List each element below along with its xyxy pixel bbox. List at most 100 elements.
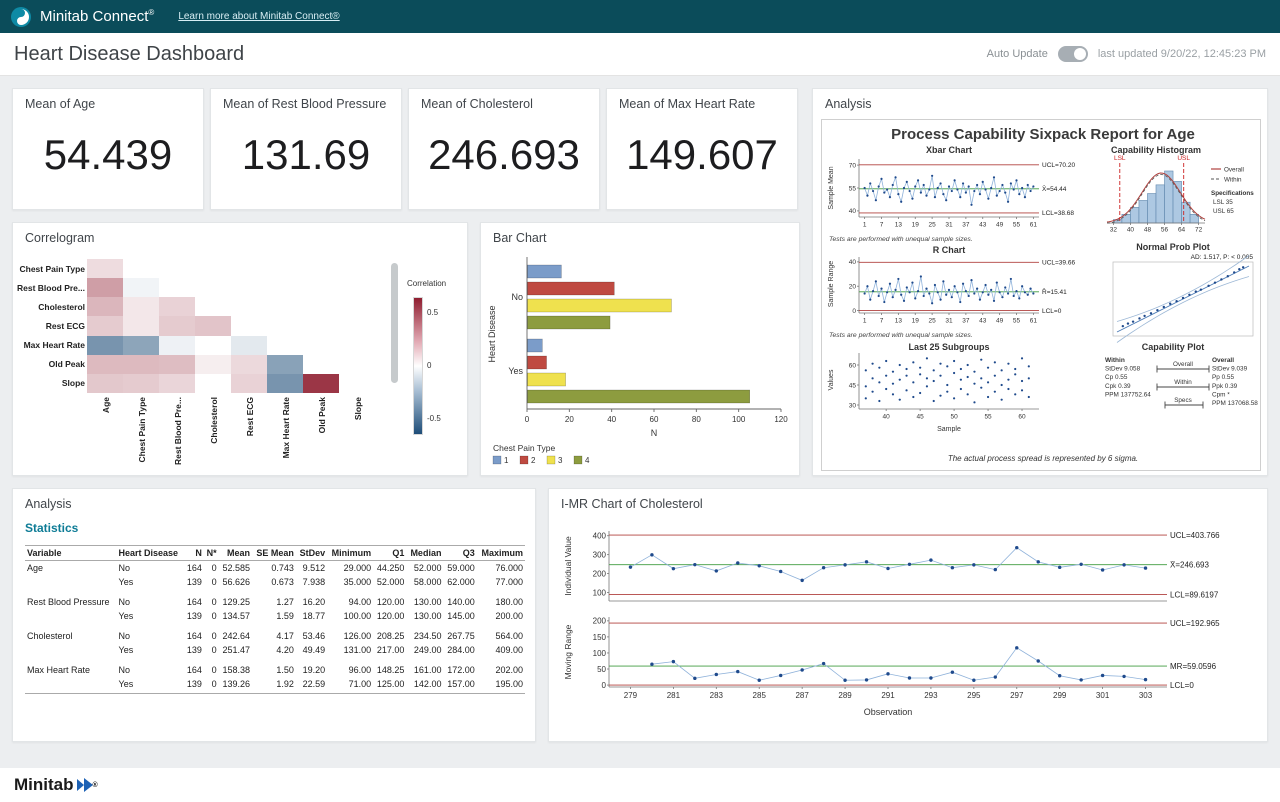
svg-text:37: 37 bbox=[962, 222, 970, 229]
svg-text:64: 64 bbox=[1178, 227, 1186, 234]
svg-text:Process Capability Sixpack Rep: Process Capability Sixpack Report for Ag… bbox=[891, 126, 1195, 143]
svg-text:StDev 9.058: StDev 9.058 bbox=[1105, 366, 1141, 373]
barchart-plot[interactable]: Heart DiseaseNoYes020406080100120NChest … bbox=[481, 249, 801, 475]
svg-text:40: 40 bbox=[607, 415, 616, 424]
svg-text:Pp 0.55: Pp 0.55 bbox=[1212, 374, 1234, 381]
svg-text:303: 303 bbox=[1139, 691, 1153, 700]
analysis-statistics-card: Analysis Statistics VariableHeart Diseas… bbox=[12, 488, 536, 742]
correlogram-cell bbox=[123, 278, 159, 297]
svg-text:40: 40 bbox=[883, 414, 891, 421]
svg-text:70: 70 bbox=[849, 162, 857, 169]
svg-text:291: 291 bbox=[881, 691, 895, 700]
svg-text:100: 100 bbox=[593, 649, 607, 658]
table-row: Rest Blood PressureNo1640129.251.2716.20… bbox=[25, 589, 525, 609]
svg-text:25: 25 bbox=[929, 222, 937, 229]
svg-text:281: 281 bbox=[667, 691, 681, 700]
svg-text:Individual Value: Individual Value bbox=[563, 536, 573, 596]
table-header: StDev bbox=[296, 546, 327, 561]
svg-text:Capability Histogram: Capability Histogram bbox=[1111, 145, 1201, 155]
svg-text:Specifications: Specifications bbox=[1211, 190, 1254, 197]
svg-text:20: 20 bbox=[849, 284, 857, 291]
kpi-label: Mean of Max Heart Rate bbox=[619, 97, 755, 111]
minitab-connect-logo-icon bbox=[10, 6, 32, 28]
brand-text: Minitab Connect bbox=[40, 8, 148, 25]
svg-text:7: 7 bbox=[880, 318, 884, 325]
svg-text:120: 120 bbox=[774, 415, 788, 424]
svg-text:30: 30 bbox=[849, 402, 857, 409]
svg-text:299: 299 bbox=[1053, 691, 1067, 700]
correlogram-cell bbox=[123, 355, 159, 374]
minitab-logo: Minitab ® bbox=[14, 775, 98, 795]
svg-text:Chest Pain Type: Chest Pain Type bbox=[137, 397, 147, 463]
correlogram-cell bbox=[231, 374, 267, 393]
svg-text:289: 289 bbox=[838, 691, 852, 700]
table-header: Maximum bbox=[477, 546, 525, 561]
svg-text:293: 293 bbox=[924, 691, 938, 700]
correlogram-cell bbox=[87, 259, 123, 278]
correlogram-cell bbox=[123, 297, 159, 316]
svg-text:0: 0 bbox=[525, 415, 530, 424]
svg-text:287: 287 bbox=[795, 691, 809, 700]
table-header: SE Mean bbox=[252, 546, 296, 561]
svg-text:100: 100 bbox=[732, 415, 746, 424]
table-row: AgeNo164052.5850.7439.51229.00044.25052.… bbox=[25, 561, 525, 576]
svg-text:X̄=246.693: X̄=246.693 bbox=[1170, 561, 1209, 570]
svg-text:Max Heart Rate: Max Heart Rate bbox=[281, 397, 291, 459]
svg-text:61: 61 bbox=[1030, 222, 1038, 229]
correlogram-y-label: Chest Pain Type bbox=[15, 264, 85, 274]
table-row: Max Heart RateNo1640158.381.5019.2096.00… bbox=[25, 657, 525, 677]
imr-graph[interactable]: Individual Value100200300400UCL=403.766X… bbox=[557, 517, 1261, 735]
svg-text:UCL=403.766: UCL=403.766 bbox=[1170, 531, 1220, 540]
svg-text:Sample: Sample bbox=[937, 426, 961, 433]
svg-text:55: 55 bbox=[1013, 222, 1021, 229]
correlogram-cell bbox=[159, 355, 195, 374]
svg-text:Rest ECG: Rest ECG bbox=[245, 397, 255, 437]
svg-text:45: 45 bbox=[849, 382, 857, 389]
correlogram-card: Correlogram Chest Pain TypeRest Blood Pr… bbox=[12, 222, 468, 476]
auto-update-toggle[interactable] bbox=[1058, 46, 1088, 62]
correlogram-chart[interactable]: Chest Pain TypeRest Blood Pre...Choleste… bbox=[13, 223, 467, 475]
barchart-card: Bar Chart Heart DiseaseNoYes020406080100… bbox=[480, 222, 800, 476]
correlogram-cell bbox=[123, 316, 159, 335]
svg-text:3: 3 bbox=[558, 456, 563, 465]
learn-more-link[interactable]: Learn more about Minitab Connect® bbox=[178, 11, 339, 22]
table-row: Yes1390251.474.2049.49131.00217.00249.00… bbox=[25, 643, 525, 657]
svg-text:50: 50 bbox=[950, 414, 958, 421]
svg-text:AD: 1.517, P: < 0.005: AD: 1.517, P: < 0.005 bbox=[1191, 254, 1254, 261]
svg-text:USL 65: USL 65 bbox=[1213, 208, 1234, 215]
svg-text:Yes: Yes bbox=[508, 366, 523, 376]
footer: Minitab ® bbox=[0, 768, 1280, 802]
table-header: N bbox=[184, 546, 204, 561]
svg-text:100: 100 bbox=[593, 588, 607, 597]
correlogram-scrollbar[interactable] bbox=[391, 263, 398, 383]
sixpack-graph[interactable]: Process Capability Sixpack Report for Ag… bbox=[821, 119, 1261, 471]
svg-text:49: 49 bbox=[996, 318, 1004, 325]
correlogram-cell bbox=[87, 355, 123, 374]
correlogram-legend-tick: 0.5 bbox=[427, 308, 438, 317]
svg-text:50: 50 bbox=[597, 665, 606, 674]
correlogram-cell bbox=[159, 316, 195, 335]
svg-text:7: 7 bbox=[880, 222, 884, 229]
svg-text:55: 55 bbox=[1013, 318, 1021, 325]
svg-text:Heart Disease: Heart Disease bbox=[487, 305, 497, 362]
svg-text:Specs: Specs bbox=[1174, 397, 1192, 404]
svg-text:Observation: Observation bbox=[864, 707, 913, 717]
correlogram-y-label: Max Heart Rate bbox=[15, 340, 85, 350]
svg-text:Rest Blood Pre...: Rest Blood Pre... bbox=[173, 397, 183, 465]
correlogram-gradient bbox=[413, 297, 423, 435]
svg-text:No: No bbox=[511, 292, 523, 302]
svg-text:19: 19 bbox=[912, 318, 920, 325]
correlogram-cell bbox=[195, 316, 231, 335]
svg-text:Within: Within bbox=[1105, 357, 1125, 364]
page-title: Heart Disease Dashboard bbox=[14, 43, 244, 66]
table-header: Heart Disease bbox=[117, 546, 184, 561]
svg-text:19: 19 bbox=[912, 222, 920, 229]
svg-text:Chest Pain Type: Chest Pain Type bbox=[493, 443, 555, 453]
table-row: Yes1390139.261.9222.5971.00125.00142.001… bbox=[25, 677, 525, 694]
svg-text:LSL: LSL bbox=[1114, 155, 1126, 162]
svg-text:25: 25 bbox=[929, 318, 937, 325]
correlogram-cell bbox=[267, 374, 303, 393]
svg-text:Slope: Slope bbox=[353, 397, 363, 420]
correlogram-grid bbox=[87, 259, 375, 393]
svg-text:200: 200 bbox=[593, 569, 607, 578]
